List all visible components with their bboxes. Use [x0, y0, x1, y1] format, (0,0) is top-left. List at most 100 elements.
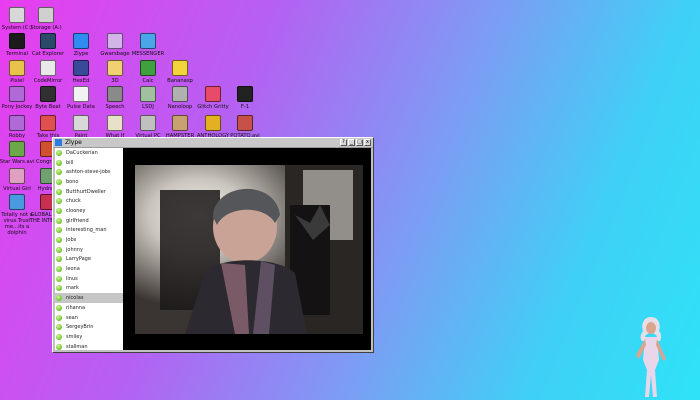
contact-name: bill — [66, 159, 74, 166]
glitch-lips-icon — [205, 86, 221, 102]
online-status-icon — [56, 266, 62, 273]
contact-name: chuck — [66, 198, 81, 205]
contact-name: bono — [66, 178, 79, 185]
contact-item[interactable]: ashton-steve-jobs — [55, 167, 123, 177]
lsdj-icon — [140, 86, 156, 102]
terminal-icon — [9, 33, 25, 49]
contact-item[interactable]: bill — [55, 158, 123, 168]
desktop-icon[interactable]: Storage (A:) — [26, 7, 66, 31]
hexed-icon — [73, 60, 89, 76]
contact-name: ashton-steve-jobs — [66, 169, 111, 176]
contact-item[interactable]: jobs — [55, 235, 123, 245]
online-status-icon — [56, 343, 62, 350]
speech-icon — [107, 86, 123, 102]
desktop-icon-label: F-1 — [240, 104, 250, 110]
contact-item[interactable]: smiley — [55, 332, 123, 342]
desktop-icon[interactable]: MESSENGER — [128, 33, 168, 57]
contact-name: linus — [66, 275, 78, 282]
contact-item[interactable]: nicolas — [55, 293, 123, 303]
contact-item[interactable]: stallman — [55, 342, 123, 350]
teapot-icon — [107, 60, 123, 76]
contact-item[interactable]: DaCuckerian — [55, 148, 123, 158]
contact-name: nicolas — [66, 295, 84, 302]
zlype-icon — [73, 33, 89, 49]
contact-name: ButthurtDweller — [66, 188, 106, 195]
robby-icon — [9, 115, 25, 131]
zlype-window[interactable]: Zlype ? _ □ x DaCuckerian bill ashton-stev… — [52, 137, 374, 353]
online-status-icon — [56, 333, 62, 340]
online-status-icon — [56, 295, 62, 302]
contact-item[interactable]: rihanna — [55, 303, 123, 313]
online-status-icon — [56, 285, 62, 292]
desktop-icon[interactable]: POTATO.avi — [225, 115, 265, 139]
online-status-icon — [56, 169, 62, 176]
online-status-icon — [56, 188, 62, 195]
contact-name: mark — [66, 285, 79, 292]
contact-name: leona — [66, 266, 80, 273]
contact-name: johnny — [66, 246, 83, 253]
dolphin-icon — [9, 194, 25, 210]
minimize-button[interactable]: _ — [348, 139, 355, 146]
sparkle-icon — [237, 86, 253, 102]
contact-item[interactable]: SergeyBrin — [55, 322, 123, 332]
close-button[interactable]: x — [364, 139, 371, 146]
online-status-icon — [56, 246, 62, 253]
desktop-icon[interactable]: F-1 — [225, 86, 265, 110]
paint-icon — [73, 115, 89, 131]
help-button[interactable]: ? — [340, 139, 347, 146]
calculator-icon — [140, 60, 156, 76]
contact-name: rihanna — [66, 304, 86, 311]
what-if-icon — [107, 115, 123, 131]
online-status-icon — [56, 275, 62, 282]
window-title: Zlype — [65, 139, 82, 146]
star-wars-icon — [9, 141, 25, 157]
hampster-icon — [172, 115, 188, 131]
virtual-pc-icon — [140, 115, 156, 131]
online-status-icon — [56, 227, 62, 234]
contact-item[interactable]: sean — [55, 313, 123, 323]
desktop-icon-label: Bananasp — [167, 78, 193, 84]
zlype-app-icon — [55, 139, 62, 146]
maximize-button[interactable]: □ — [356, 139, 363, 146]
online-status-icon — [56, 159, 62, 166]
contact-item[interactable]: linus — [55, 274, 123, 284]
online-status-icon — [56, 304, 62, 311]
contact-name: stallman — [66, 343, 88, 350]
contact-name: girlfriend — [66, 217, 89, 224]
contact-item[interactable]: girlfriend — [55, 216, 123, 226]
pixiel-icon — [9, 60, 25, 76]
zlype-titlebar[interactable]: Zlype ? _ □ x — [53, 138, 373, 148]
online-status-icon — [56, 237, 62, 244]
contact-name: SergeyBrin — [66, 324, 94, 331]
codemirror-icon — [40, 60, 56, 76]
bytebeat-icon — [40, 86, 56, 102]
contact-item[interactable]: chuck — [55, 196, 123, 206]
online-status-icon — [56, 149, 62, 156]
contact-item[interactable]: interesting_man — [55, 226, 123, 236]
virtual-girl-figure[interactable] — [628, 315, 674, 400]
contact-item[interactable]: mark — [55, 284, 123, 294]
contact-item[interactable]: clooney — [55, 206, 123, 216]
pulse-data-icon — [73, 86, 89, 102]
contact-item[interactable]: johnny — [55, 245, 123, 255]
contact-name: clooney — [66, 207, 86, 214]
contact-item[interactable]: ButthurtDweller — [55, 187, 123, 197]
video-call-area — [123, 148, 371, 350]
desktop-icon[interactable]: Bananasp — [160, 60, 200, 84]
online-status-icon — [56, 314, 62, 321]
contact-item[interactable]: LarryPage — [55, 255, 123, 265]
contact-item[interactable]: bono — [55, 177, 123, 187]
messenger-icon — [140, 33, 156, 49]
online-status-icon — [56, 256, 62, 263]
contact-name: jobs — [66, 237, 77, 244]
pony-icon — [9, 86, 25, 102]
contact-list[interactable]: DaCuckerian bill ashton-steve-jobs bono Butt… — [55, 148, 123, 350]
contact-name: LarryPage — [66, 256, 91, 263]
contact-name: smiley — [66, 333, 83, 340]
desktop-icon-label: Storage (A:) — [30, 25, 62, 31]
contact-item[interactable]: leona — [55, 264, 123, 274]
banana-icon — [172, 60, 188, 76]
cat-explorer-icon — [40, 33, 56, 49]
online-status-icon — [56, 217, 62, 224]
contact-name: DaCuckerian — [66, 149, 98, 156]
